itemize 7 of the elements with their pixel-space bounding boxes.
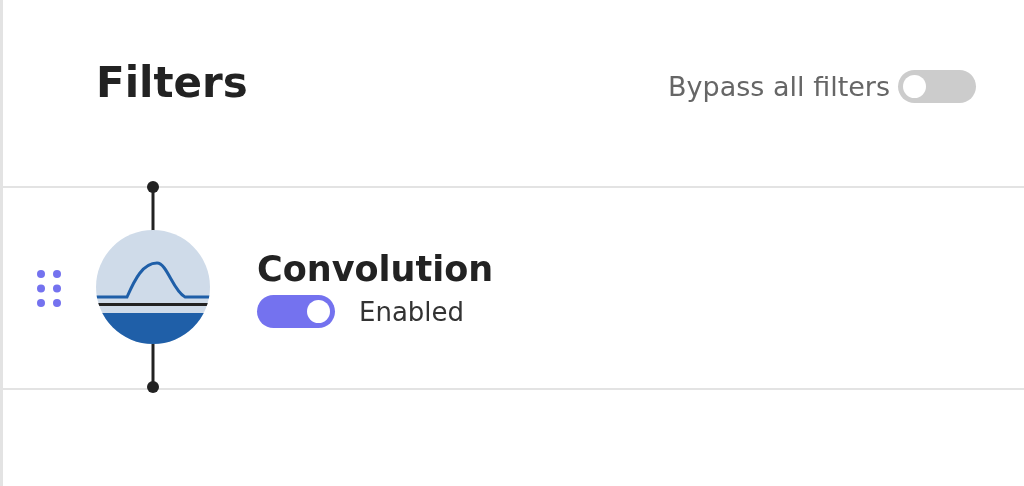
filter-name: Convolution [257, 252, 494, 287]
bypass-label: Bypass all filters [668, 73, 890, 100]
enable-toggle[interactable] [257, 295, 335, 328]
page-title: Filters [96, 62, 248, 104]
drag-handle-icon[interactable] [37, 269, 61, 307]
bypass-toggle[interactable] [898, 70, 976, 103]
status-label: Enabled [359, 298, 465, 325]
